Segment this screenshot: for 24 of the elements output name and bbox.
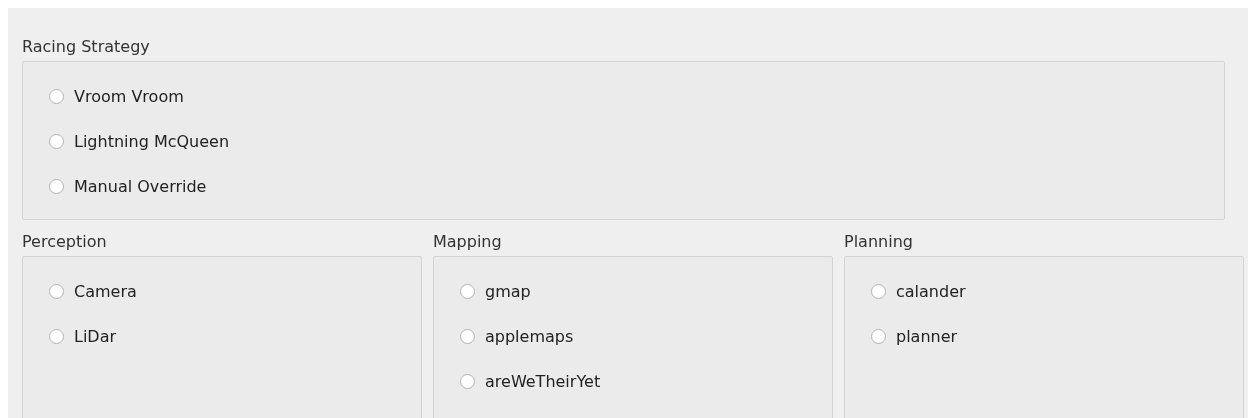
radio-option[interactable]: Vroom Vroom	[49, 83, 184, 109]
radio-option[interactable]: areWeTheirYet	[460, 368, 601, 394]
radio-option[interactable]: calander	[871, 278, 966, 304]
radio-button[interactable]	[49, 178, 64, 194]
radio-button[interactable]	[460, 328, 475, 344]
group-title: Racing Strategy	[22, 36, 150, 58]
radio-option[interactable]: planner	[871, 323, 958, 349]
radio-option[interactable]: applemaps	[460, 323, 574, 349]
radio-button[interactable]	[49, 133, 64, 149]
group-title: Planning	[844, 231, 913, 253]
group-title: Mapping	[433, 231, 502, 253]
radio-button[interactable]	[49, 283, 64, 299]
radio-option[interactable]: Manual Override	[49, 173, 207, 199]
radio-button[interactable]	[49, 88, 64, 104]
radio-button[interactable]	[49, 328, 64, 344]
group-title: Perception	[22, 231, 107, 253]
radio-button[interactable]	[460, 283, 475, 299]
radio-option[interactable]: Lightning McQueen	[49, 128, 230, 154]
radio-button[interactable]	[871, 283, 886, 299]
radio-button[interactable]	[871, 328, 886, 344]
radio-option[interactable]: Camera	[49, 278, 137, 304]
radio-option[interactable]: LiDar	[49, 323, 117, 349]
radio-option[interactable]: gmap	[460, 278, 531, 304]
radio-button[interactable]	[460, 373, 475, 389]
